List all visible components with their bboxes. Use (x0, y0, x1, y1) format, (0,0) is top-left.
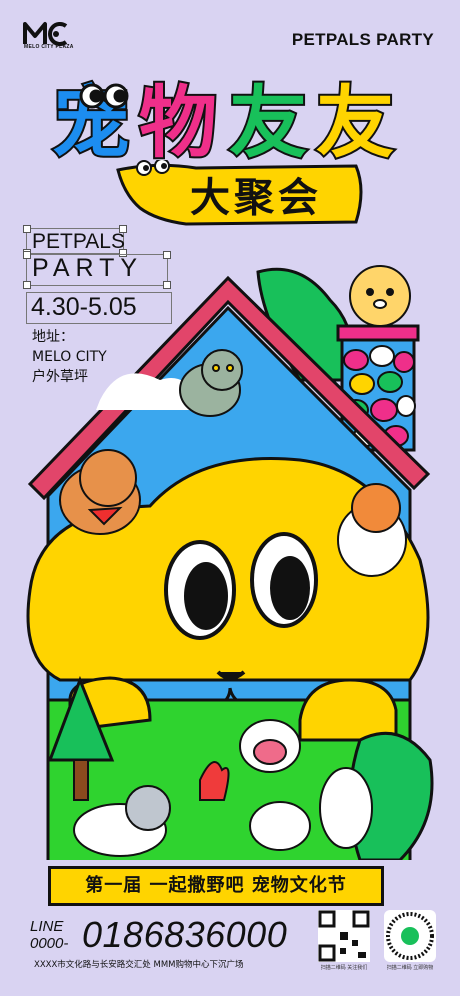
phone-number: 0186836000 (82, 914, 288, 955)
pug-dog (239, 719, 301, 773)
title-char: 友 (316, 78, 394, 168)
white-dog (319, 767, 373, 849)
qr-label-2: 扫描二维码 立即购物 (386, 965, 434, 971)
line-label-2: 0000- (30, 935, 69, 952)
event-name-line1: PETPALS (32, 230, 125, 253)
line-label: LINE 0000- (30, 918, 68, 952)
house-illustration (26, 265, 434, 860)
mini-program-code (384, 910, 436, 962)
qr-label-1: 扫描二维码 关注我们 (320, 965, 368, 971)
title-char: 物 (139, 78, 217, 168)
poodle-dog (249, 801, 311, 851)
title-char: 友 (229, 78, 307, 168)
brand-title: PETPALS PARTY (291, 30, 434, 49)
logo (22, 20, 82, 60)
festival-banner: 第一届 一起撒野吧 宠物文化节 (48, 866, 384, 906)
qr-code (318, 910, 370, 962)
title-sub-bubble: 大聚会 (116, 160, 363, 226)
title-main: 宠 物 友 友 (50, 78, 396, 168)
pomeranian-dog (349, 265, 411, 327)
logo-text: MELO CITY PLAZA (24, 44, 74, 50)
line-label-1: LINE (30, 918, 64, 935)
title-sub: 大聚会 (190, 175, 322, 221)
venue-address: XXXX市文化路与长安路交汇处 MMM购物中心下沉广场 (34, 960, 244, 970)
